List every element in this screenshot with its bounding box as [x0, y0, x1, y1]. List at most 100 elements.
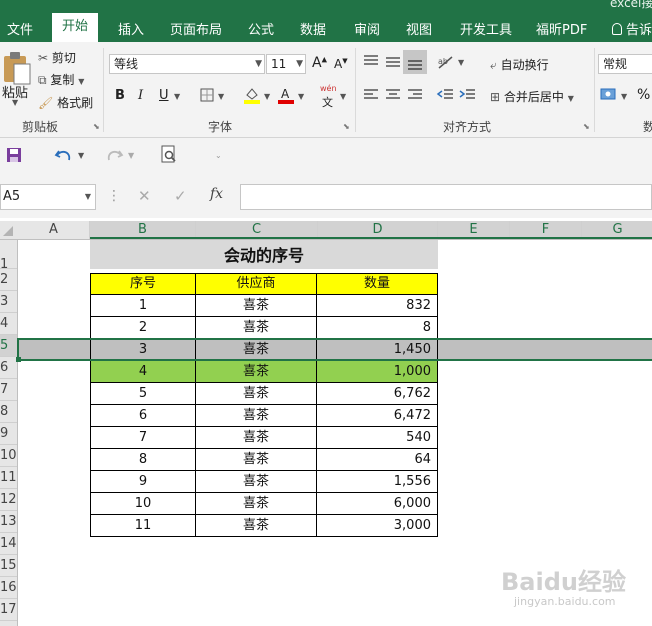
orientation-icon[interactable]: ab	[436, 54, 456, 70]
cell-supplier[interactable]: 喜茶	[195, 382, 317, 405]
row-header[interactable]: 4	[0, 313, 17, 335]
font-name-combo[interactable]: 等线 ▼	[109, 54, 265, 74]
wrap-text-button[interactable]: ⤶ 自动换行	[490, 56, 549, 73]
row-header[interactable]: 17	[0, 599, 17, 621]
percent-button[interactable]: %	[637, 87, 650, 103]
cell-seq[interactable]: 6	[90, 404, 196, 427]
cell-seq[interactable]: 7	[90, 426, 196, 449]
font-color-dropdown-icon[interactable]: ▼	[298, 92, 304, 101]
row-header-selected[interactable]: 5	[0, 335, 17, 357]
cell-seq[interactable]: 4	[90, 360, 196, 383]
underline-dropdown-icon[interactable]: ▼	[174, 92, 180, 101]
select-all-icon[interactable]	[2, 225, 14, 237]
copy-button[interactable]: ⧉ 复制 ▼	[38, 71, 84, 88]
tab-insert[interactable]: 插入	[118, 19, 144, 38]
row-header[interactable]: 6	[0, 357, 17, 379]
print-preview-icon[interactable]	[160, 145, 178, 165]
format-painter-button[interactable]: 🖌 格式刷	[38, 94, 93, 111]
confirm-entry-icon[interactable]: ✓	[174, 187, 187, 205]
cell-seq[interactable]: 1	[90, 294, 196, 317]
orientation-dropdown-icon[interactable]: ▼	[458, 58, 464, 67]
underline-button[interactable]: U	[159, 88, 169, 103]
clipboard-launcher-icon[interactable]: ⬊	[93, 122, 100, 131]
header-qty[interactable]: 数量	[316, 273, 438, 295]
font-launcher-icon[interactable]: ⬊	[343, 122, 350, 131]
align-middle-icon[interactable]	[384, 54, 402, 68]
cell-seq[interactable]: 10	[90, 492, 196, 515]
fill-handle[interactable]	[16, 357, 21, 362]
alignment-launcher-icon[interactable]: ⬊	[583, 122, 590, 131]
formula-input[interactable]	[240, 184, 652, 210]
shrink-font-button[interactable]: A▼	[334, 57, 348, 71]
tab-data[interactable]: 数据	[300, 19, 326, 38]
bold-button[interactable]: B	[115, 88, 125, 103]
insert-function-icon[interactable]: fx	[210, 186, 223, 202]
phonetic-dropdown-icon[interactable]: ▼	[340, 92, 346, 101]
row-header[interactable]: 15	[0, 555, 17, 577]
row-header[interactable]: 11	[0, 467, 17, 489]
row-header[interactable]: 9	[0, 423, 17, 445]
tab-page-layout[interactable]: 页面布局	[170, 19, 222, 38]
cell-supplier[interactable]: 喜茶	[195, 470, 317, 493]
row-header[interactable]: 12	[0, 489, 17, 511]
worksheet[interactable]: 会动的序号 序号 供应商 数量 1 喜茶 832 2 喜茶 8 3 喜茶 1,4…	[16, 240, 652, 626]
cell-seq[interactable]: 11	[90, 514, 196, 537]
phonetic-guide-button[interactable]: wén	[320, 84, 337, 93]
cell-supplier[interactable]: 喜茶	[195, 294, 317, 317]
align-bottom-button[interactable]	[403, 50, 427, 74]
row-header[interactable]: 14	[0, 533, 17, 555]
header-supplier[interactable]: 供应商	[195, 273, 317, 295]
cell-qty[interactable]: 1,556	[316, 470, 438, 493]
tab-developer[interactable]: 开发工具	[460, 19, 512, 38]
cell-qty[interactable]: 6,000	[316, 492, 438, 515]
cell-seq[interactable]: 9	[90, 470, 196, 493]
cell-qty[interactable]: 64	[316, 448, 438, 471]
tab-review[interactable]: 审阅	[354, 19, 380, 38]
undo-dropdown-icon[interactable]: ▼	[78, 151, 84, 160]
paste-dropdown-icon[interactable]: ▼	[12, 98, 18, 107]
tab-home[interactable]: 开始	[52, 13, 99, 42]
grow-font-button[interactable]: A▲	[312, 55, 327, 71]
currency-dropdown-icon[interactable]: ▼	[621, 92, 627, 101]
font-size-combo[interactable]: 11 ▼	[266, 54, 306, 74]
currency-icon[interactable]	[600, 86, 618, 102]
cell-supplier[interactable]: 喜茶	[195, 426, 317, 449]
name-box[interactable]: A5 ▼	[0, 184, 96, 210]
increase-indent-icon[interactable]	[458, 88, 476, 102]
header-seq[interactable]: 序号	[90, 273, 196, 295]
row-header[interactable]: 1	[0, 240, 17, 269]
cell-seq[interactable]: 2	[90, 316, 196, 339]
redo-dropdown-icon[interactable]: ▼	[128, 151, 134, 160]
cell-supplier[interactable]: 喜茶	[195, 404, 317, 427]
table-title[interactable]: 会动的序号	[90, 240, 438, 269]
column-header-a[interactable]: A	[18, 221, 90, 239]
cell-supplier[interactable]: 喜茶	[195, 448, 317, 471]
row-header[interactable]: 2	[0, 269, 17, 291]
tell-me-box[interactable]: 告诉	[612, 19, 652, 38]
align-right-icon[interactable]	[406, 88, 424, 102]
merge-center-button[interactable]: ⊞ 合并后居中 ▼	[490, 88, 574, 105]
italic-button[interactable]: I	[138, 88, 143, 103]
cell-qty[interactable]: 832	[316, 294, 438, 317]
row-header[interactable]: 7	[0, 379, 17, 401]
row-header[interactable]: 16	[0, 577, 17, 599]
tab-file[interactable]: 文件	[7, 19, 33, 38]
row-header[interactable]: 10	[0, 445, 17, 467]
cell-supplier[interactable]: 喜茶	[195, 514, 317, 537]
undo-icon[interactable]	[54, 146, 74, 164]
cell-seq[interactable]: 8	[90, 448, 196, 471]
redo-icon[interactable]	[104, 146, 124, 164]
customize-qat-icon[interactable]: ⌄	[215, 151, 222, 160]
cell-qty[interactable]: 6,472	[316, 404, 438, 427]
borders-icon[interactable]	[200, 88, 214, 102]
align-left-icon[interactable]	[362, 88, 380, 102]
decrease-indent-icon[interactable]	[436, 88, 454, 102]
cell-qty[interactable]: 8	[316, 316, 438, 339]
cancel-entry-icon[interactable]: ✕	[138, 187, 151, 205]
row-header[interactable]: 3	[0, 291, 17, 313]
save-icon[interactable]	[6, 147, 22, 163]
cell-supplier[interactable]: 喜茶	[195, 316, 317, 339]
cell-qty[interactable]: 1,000	[316, 360, 438, 383]
cell-supplier[interactable]: 喜茶	[195, 492, 317, 515]
tab-foxit-pdf[interactable]: 福昕PDF	[536, 19, 587, 38]
